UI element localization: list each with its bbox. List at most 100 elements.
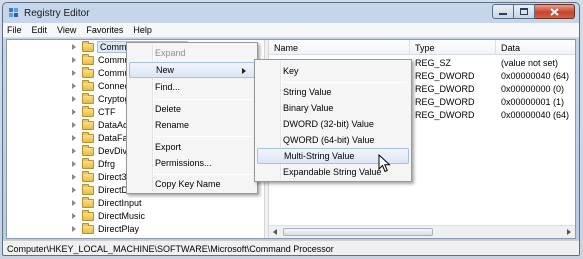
- menu-item-label: String Value: [283, 87, 332, 97]
- tree-item[interactable]: DirectPlay: [7, 223, 264, 236]
- column-header-name[interactable]: Name: [274, 43, 298, 53]
- menu-bar: File Edit View Favorites Help: [3, 23, 579, 38]
- window-title: Registry Editor: [24, 8, 90, 19]
- expand-arrow-icon[interactable]: [72, 174, 76, 180]
- column-divider[interactable]: [495, 40, 496, 55]
- menu-item-copy-key-name[interactable]: Copy Key Name: [129, 176, 255, 192]
- folder-icon: [82, 80, 94, 91]
- folder-icon: [82, 93, 94, 104]
- tree-item[interactable]: DirectMusic: [7, 210, 264, 223]
- menu-item-label: Delete: [155, 104, 182, 114]
- column-header-data[interactable]: Data: [501, 43, 520, 53]
- menu-item-rename[interactable]: Rename: [129, 117, 255, 133]
- tree-item-label: Dfrg: [98, 159, 116, 169]
- submenu-item-binary-value[interactable]: Binary Value: [257, 100, 409, 116]
- maximize-icon: [520, 8, 528, 15]
- scroll-left-icon[interactable]: [273, 229, 277, 235]
- expand-arrow-icon[interactable]: [72, 200, 76, 206]
- expand-arrow-icon[interactable]: [72, 135, 76, 141]
- mouse-cursor-icon: [378, 154, 391, 173]
- menu-item-find[interactable]: Find...: [129, 79, 255, 95]
- tree-item-label: DirectPlay: [98, 224, 140, 234]
- submenu-item-string-value[interactable]: String Value: [257, 84, 409, 100]
- menu-item-label: Key: [283, 66, 299, 76]
- submenu-arrow-icon: [242, 68, 246, 74]
- value-type: REG_SZ: [415, 58, 452, 68]
- maximize-button[interactable]: [514, 4, 535, 19]
- menu-item-label: Permissions...: [155, 158, 212, 168]
- menu-edit[interactable]: Edit: [32, 25, 48, 35]
- folder-icon: [82, 145, 94, 156]
- menu-separator: [283, 82, 407, 83]
- submenu-item-qword-value[interactable]: QWORD (64-bit) Value: [257, 132, 409, 148]
- menu-item-label: Find...: [155, 82, 181, 92]
- expand-arrow-icon[interactable]: [72, 226, 76, 232]
- scroll-right-icon[interactable]: [567, 229, 571, 235]
- column-header-type[interactable]: Type: [415, 43, 435, 53]
- menu-separator: [155, 174, 253, 175]
- value-type: REG_DWORD: [415, 110, 475, 120]
- menu-item-label: Rename: [155, 120, 190, 130]
- expand-arrow-icon[interactable]: [72, 109, 76, 115]
- title-bar[interactable]: Registry Editor: [3, 3, 579, 23]
- expand-arrow-icon[interactable]: [72, 57, 76, 63]
- menu-item-label: Binary Value: [283, 103, 334, 113]
- scrollbar-thumb[interactable]: [283, 228, 433, 236]
- value-data: 0x00000000 (0): [501, 84, 565, 94]
- folder-icon: [82, 210, 94, 221]
- status-path: Computer\HKEY_LOCAL_MACHINE\SOFTWARE\Mic…: [7, 243, 334, 254]
- menu-item-label: Export: [155, 142, 182, 152]
- folder-icon: [82, 223, 94, 234]
- expand-arrow-icon[interactable]: [72, 122, 76, 128]
- menu-item-permissions[interactable]: Permissions...: [129, 155, 255, 171]
- context-menu: Expand New Find... Delete Rename Export …: [126, 42, 258, 194]
- expand-arrow-icon[interactable]: [72, 161, 76, 167]
- folder-icon: [82, 158, 94, 169]
- folder-icon: [82, 41, 94, 52]
- menu-item-delete[interactable]: Delete: [129, 101, 255, 117]
- value-data: 0x00000040 (64): [501, 110, 570, 120]
- menu-view[interactable]: View: [57, 25, 76, 35]
- expand-arrow-icon[interactable]: [72, 44, 76, 50]
- column-divider[interactable]: [409, 40, 410, 55]
- list-header: Name Type Data: [269, 40, 575, 55]
- horizontal-scrollbar[interactable]: [269, 225, 575, 238]
- tree-item-label: CTF: [98, 107, 116, 117]
- menu-item-new[interactable]: New: [129, 62, 255, 78]
- menu-item-label: QWORD (64-bit) Value: [283, 135, 375, 145]
- value-type: REG_DWORD: [415, 84, 475, 94]
- expand-arrow-icon[interactable]: [72, 148, 76, 154]
- folder-icon: [82, 119, 94, 130]
- minimize-icon: [499, 12, 507, 15]
- tree-item[interactable]: DirectInput: [7, 197, 264, 210]
- minimize-button[interactable]: [492, 4, 514, 19]
- close-icon: [550, 7, 559, 16]
- value-type: REG_DWORD: [415, 97, 475, 107]
- submenu-item-dword-value[interactable]: DWORD (32-bit) Value: [257, 116, 409, 132]
- submenu-item-key[interactable]: Key: [257, 63, 409, 79]
- expand-arrow-icon[interactable]: [72, 83, 76, 89]
- menu-file[interactable]: File: [7, 25, 22, 35]
- registry-editor-icon: [9, 8, 18, 17]
- value-data: 0x00000040 (64): [501, 71, 570, 81]
- folder-icon: [82, 197, 94, 208]
- folder-icon: [82, 184, 94, 195]
- expand-arrow-icon[interactable]: [72, 213, 76, 219]
- menu-favorites[interactable]: Favorites: [86, 25, 123, 35]
- expand-arrow-icon[interactable]: [72, 70, 76, 76]
- menu-separator: [155, 136, 253, 137]
- expand-arrow-icon[interactable]: [72, 187, 76, 193]
- folder-icon: [82, 67, 94, 78]
- menu-item-expand[interactable]: Expand: [129, 45, 255, 61]
- menu-item-label: Copy Key Name: [155, 179, 221, 189]
- menu-item-export[interactable]: Export: [129, 139, 255, 155]
- tree-item-label: DevDiv: [98, 146, 128, 156]
- menu-help[interactable]: Help: [133, 25, 152, 35]
- value-data: 0x00000001 (1): [501, 97, 565, 107]
- value-data: (value not set): [501, 58, 559, 68]
- menu-item-label: DWORD (32-bit) Value: [283, 119, 374, 129]
- menu-item-label: Expand: [155, 48, 186, 58]
- close-button[interactable]: [535, 4, 575, 19]
- expand-arrow-icon[interactable]: [72, 96, 76, 102]
- tree-item-label: DirectMusic: [98, 211, 146, 221]
